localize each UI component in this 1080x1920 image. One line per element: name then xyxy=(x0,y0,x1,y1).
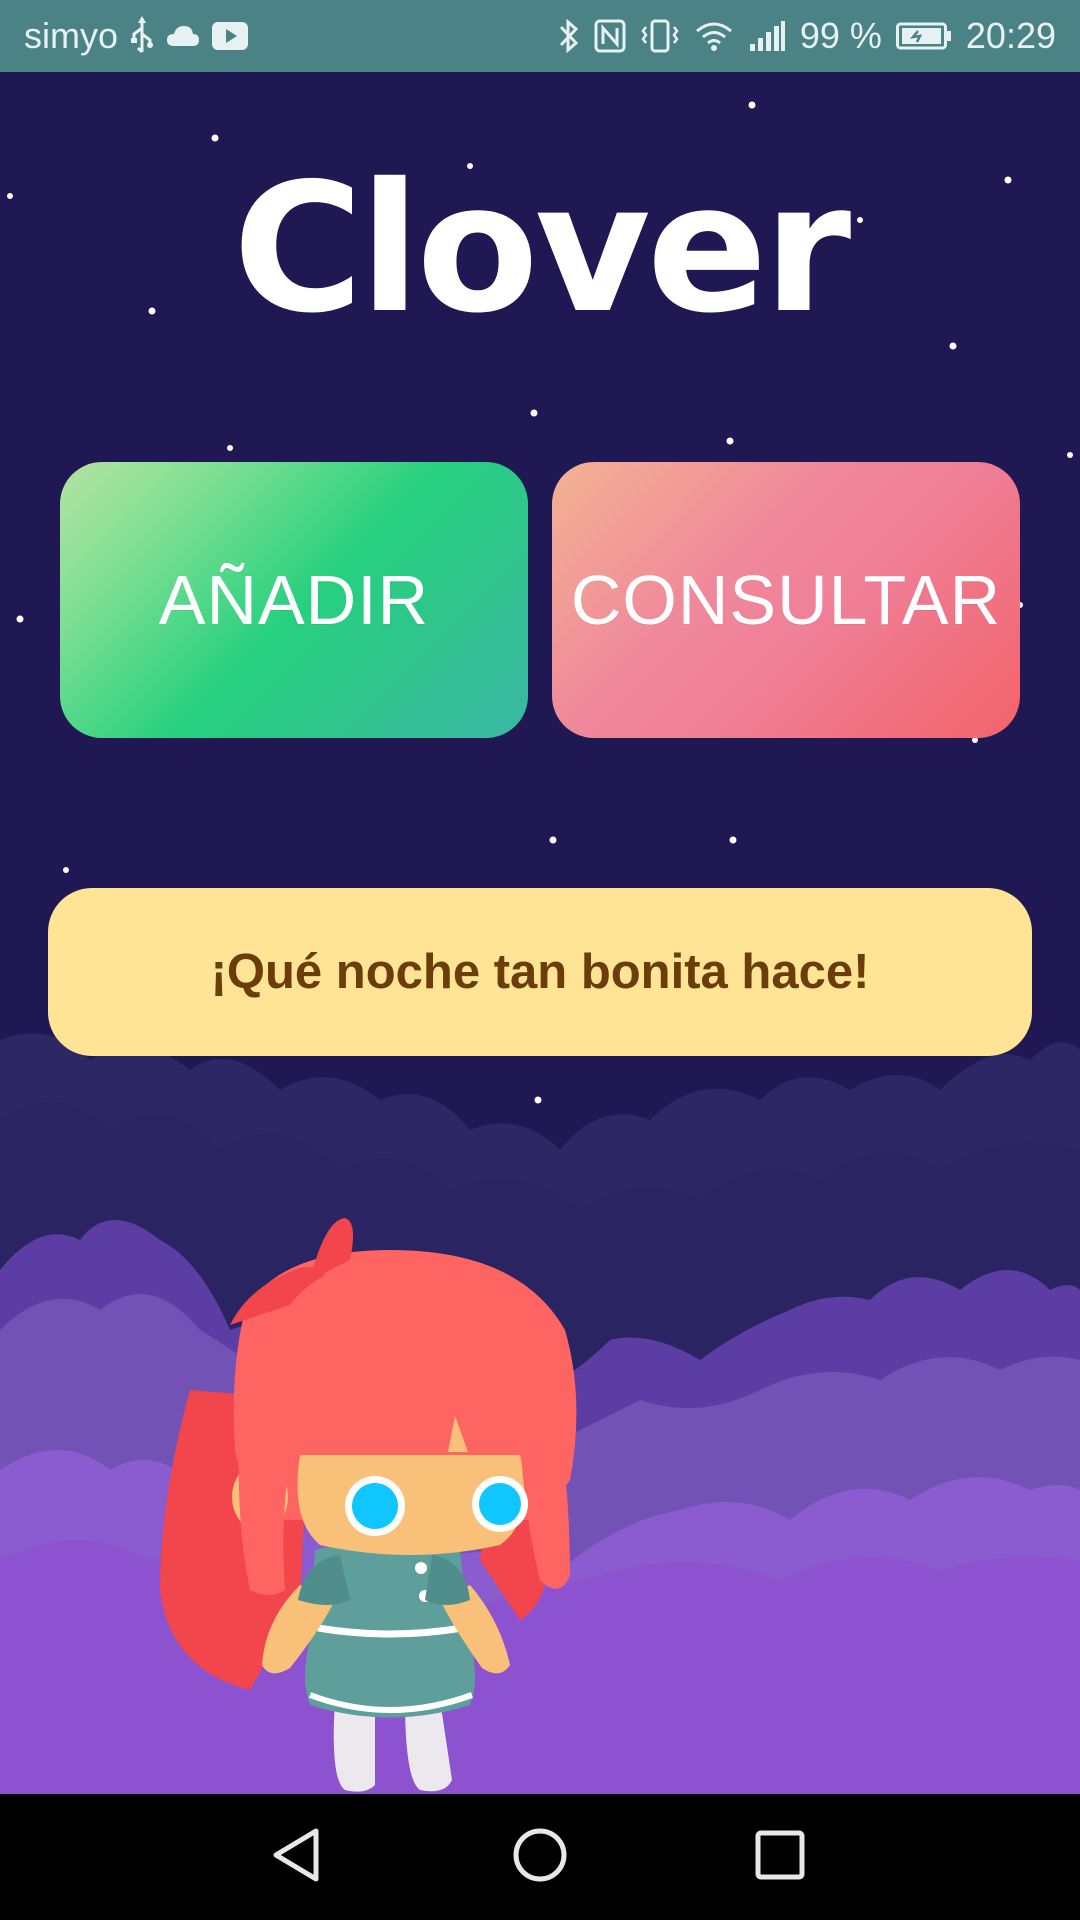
clock: 20:29 xyxy=(965,15,1056,56)
app-scene: Clover AÑADIR CONSULTAR ¡Qué noche tan b… xyxy=(0,72,1080,1794)
add-button-label: AÑADIR xyxy=(158,561,430,639)
signal-icon xyxy=(748,20,786,52)
status-bar: simyo 99 % 20:29 xyxy=(0,0,1080,72)
status-bar-right: 99 % 20:29 xyxy=(558,0,1056,72)
recents-button[interactable] xyxy=(735,1812,825,1902)
recents-icon xyxy=(750,1825,810,1890)
status-bar-left: simyo xyxy=(24,0,249,72)
back-icon xyxy=(268,1825,328,1890)
wifi-icon xyxy=(694,20,734,52)
consult-button[interactable]: CONSULTAR xyxy=(552,462,1020,738)
app-title: Clover xyxy=(232,145,851,352)
youtube-icon xyxy=(212,22,249,50)
carrier-label: simyo xyxy=(24,15,119,56)
message-text: ¡Qué noche tan bonita hace! xyxy=(210,945,870,999)
home-icon xyxy=(510,1825,570,1890)
cloud-icon xyxy=(166,24,200,48)
message-banner: ¡Qué noche tan bonita hace! xyxy=(48,888,1032,1056)
back-button[interactable] xyxy=(253,1812,343,1902)
bluetooth-icon xyxy=(558,18,580,54)
home-button[interactable] xyxy=(495,1812,585,1902)
navigation-bar xyxy=(0,1794,1080,1920)
nfc-icon xyxy=(594,19,626,53)
usb-icon xyxy=(130,16,154,56)
consult-button-label: CONSULTAR xyxy=(570,561,1002,639)
battery-icon xyxy=(895,22,952,50)
add-button[interactable]: AÑADIR xyxy=(60,462,528,738)
battery-percent: 99 % xyxy=(799,15,882,56)
vibrate-icon xyxy=(640,19,680,53)
